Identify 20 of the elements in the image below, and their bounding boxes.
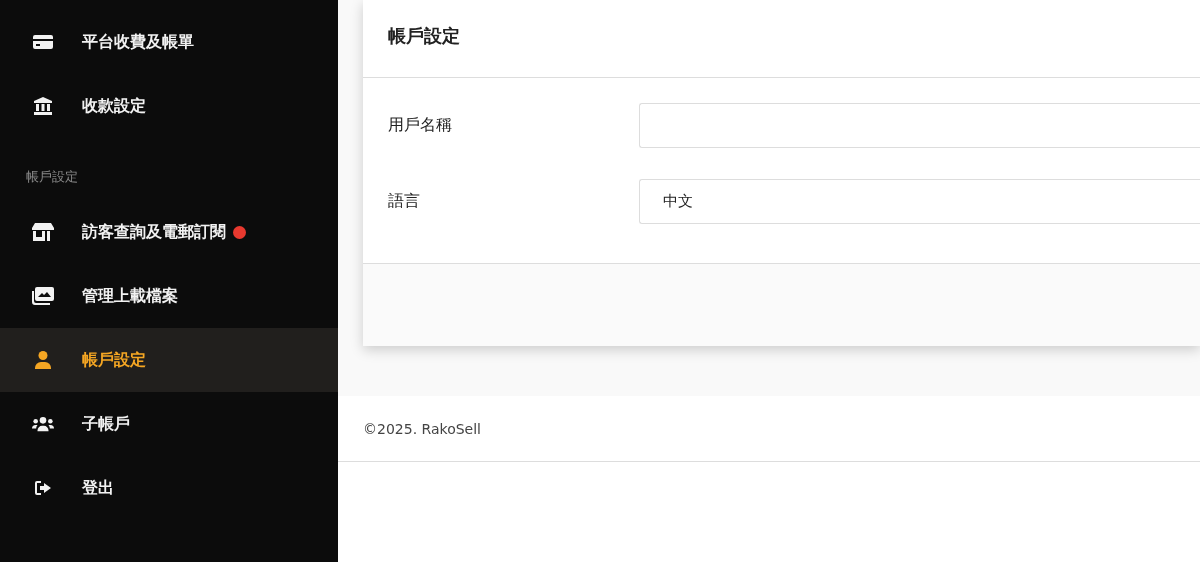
sidebar-item[interactable]: 子帳戶	[0, 392, 338, 456]
sidebar-item[interactable]: 訪客查詢及電郵訂閱	[0, 200, 338, 264]
sidebar-item[interactable]: 收款設定	[0, 74, 338, 138]
images-icon	[32, 287, 54, 305]
users-icon	[32, 416, 54, 432]
bank-icon	[32, 97, 54, 115]
sidebar-item[interactable]: 管理上載檔案	[0, 264, 338, 328]
sidebar-item[interactable]: 平台收費及帳單	[0, 10, 338, 74]
sidebar-item[interactable]: 帳戶設定	[0, 328, 338, 392]
copyright-text: ©2025. RakoSell	[363, 420, 481, 437]
user-icon	[32, 351, 54, 369]
field-label: 語言	[388, 191, 421, 212]
sidebar-item[interactable]: 登出	[0, 456, 338, 520]
input-field[interactable]	[639, 103, 1200, 148]
credit-card-icon	[32, 34, 54, 50]
card-title: 帳戶設定	[363, 0, 1200, 78]
input-field[interactable]: 中文	[639, 179, 1200, 224]
sidebar-section-heading: 帳戶設定	[25, 168, 79, 186]
store-icon	[32, 223, 54, 241]
field-label: 用戶名稱	[388, 115, 453, 136]
